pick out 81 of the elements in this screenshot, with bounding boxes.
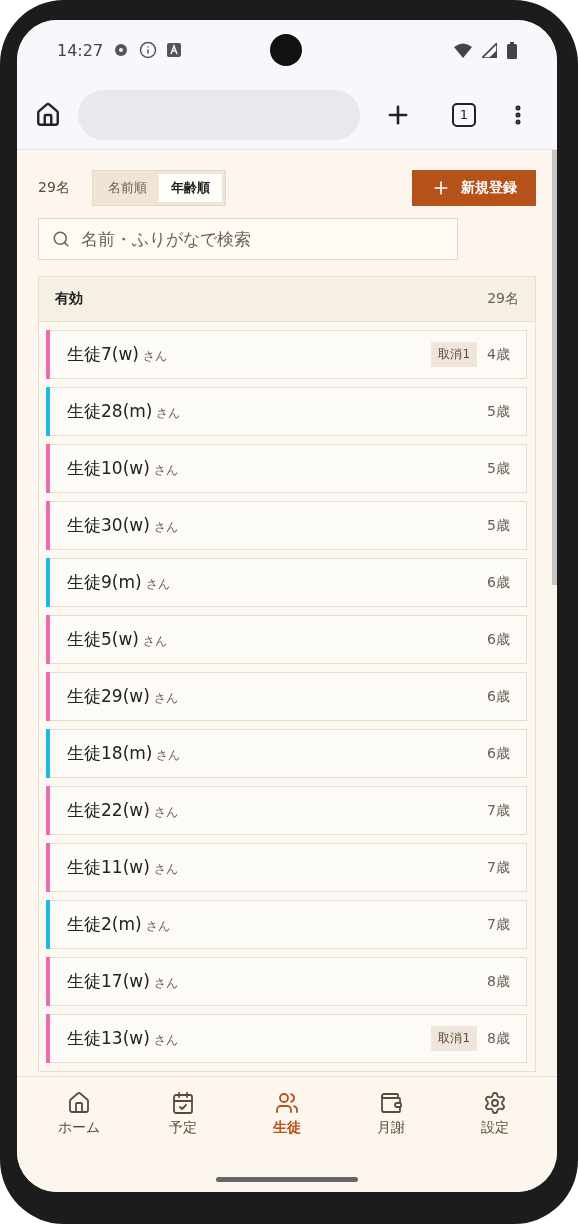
- student-age: 6歳: [487, 630, 510, 649]
- student-row[interactable]: 生徒2(m) さん 7歳: [46, 900, 527, 949]
- nav-item[interactable]: 生徒: [247, 1091, 327, 1137]
- student-age: 6歳: [487, 687, 510, 706]
- honorific: さん: [145, 918, 170, 935]
- sort-tab[interactable]: 名前順: [96, 174, 159, 202]
- student-row[interactable]: 生徒9(m) さん 6歳: [46, 558, 527, 607]
- student-age: 5歳: [487, 516, 510, 535]
- nav-item[interactable]: 予定: [143, 1091, 223, 1137]
- home-icon[interactable]: [35, 101, 61, 128]
- student-row[interactable]: 生徒30(w) さん 5歳: [46, 501, 527, 550]
- student-name: 生徒30(w): [67, 514, 150, 537]
- student-row[interactable]: 生徒7(w) さん 取消1 4歳: [46, 330, 527, 379]
- section-count: 29名: [487, 290, 519, 308]
- honorific: さん: [156, 747, 181, 764]
- honorific: さん: [145, 576, 170, 593]
- home-icon: [67, 1091, 91, 1115]
- section-title: 有効: [55, 290, 83, 308]
- student-row[interactable]: 生徒29(w) さん 6歳: [46, 672, 527, 721]
- student-age: 6歳: [487, 744, 510, 763]
- student-age: 7歳: [487, 801, 510, 820]
- honorific: さん: [143, 348, 167, 365]
- student-name: 生徒5(w): [67, 628, 139, 651]
- settings-icon: [483, 1091, 507, 1115]
- student-name: 生徒22(w): [67, 799, 150, 822]
- nav-item[interactable]: 設定: [455, 1091, 535, 1137]
- signal-icon: [482, 42, 497, 58]
- student-age: 6歳: [487, 573, 510, 592]
- student-row[interactable]: 生徒5(w) さん 6歳: [46, 615, 527, 664]
- calendar-check-icon: [171, 1091, 195, 1115]
- student-age: 4歳: [487, 345, 510, 364]
- cancel-tag: 取消1: [431, 1026, 478, 1051]
- search-icon: [52, 230, 70, 248]
- student-name: 生徒11(w): [67, 856, 150, 879]
- status-time: 14:27: [57, 40, 104, 60]
- users-icon: [275, 1091, 299, 1115]
- student-age: 7歳: [487, 915, 510, 934]
- wallet-icon: [379, 1091, 403, 1115]
- honorific: さん: [153, 861, 178, 878]
- honorific: さん: [153, 690, 178, 707]
- student-age: 8歳: [487, 1029, 510, 1048]
- student-name: 生徒17(w): [67, 970, 150, 993]
- student-age: 5歳: [487, 402, 510, 421]
- wifi-icon: [454, 42, 472, 58]
- notification-icon: [113, 42, 130, 58]
- cancel-tag: 取消1: [431, 342, 478, 367]
- student-name: 生徒7(w): [67, 343, 139, 366]
- student-name: 生徒13(w): [67, 1027, 150, 1050]
- student-name: 生徒28(m): [67, 400, 153, 423]
- student-row[interactable]: 生徒10(w) さん 5歳: [46, 444, 527, 493]
- nav-item[interactable]: 月謝: [351, 1091, 431, 1137]
- student-name: 生徒29(w): [67, 685, 150, 708]
- student-count: 29名: [38, 179, 71, 197]
- battery-icon: [507, 41, 517, 59]
- student-row[interactable]: 生徒11(w) さん 7歳: [46, 843, 527, 892]
- honorific: さん: [153, 975, 178, 992]
- honorific: さん: [143, 633, 167, 650]
- honorific: さん: [153, 519, 178, 536]
- info-icon: [139, 41, 158, 59]
- student-name: 生徒2(m): [67, 913, 142, 936]
- student-row[interactable]: 生徒22(w) さん 7歳: [46, 786, 527, 835]
- student-row[interactable]: 生徒18(m) さん 6歳: [46, 729, 527, 778]
- new-student-button[interactable]: 新規登録: [412, 170, 536, 206]
- honorific: さん: [156, 405, 181, 422]
- student-row[interactable]: 生徒13(w) さん 取消1 8歳: [46, 1014, 527, 1063]
- search-field[interactable]: 名前・ふりがなで検索: [38, 218, 458, 260]
- student-name: 生徒18(m): [67, 742, 153, 765]
- student-age: 5歳: [487, 459, 510, 478]
- student-name: 生徒10(w): [67, 457, 150, 480]
- student-row[interactable]: 生徒17(w) さん 8歳: [46, 957, 527, 1006]
- text-icon: [167, 43, 182, 57]
- student-row[interactable]: 生徒28(m) さん 5歳: [46, 387, 527, 436]
- tab-count[interactable]: 1: [452, 102, 476, 127]
- student-age: 7歳: [487, 858, 510, 877]
- sort-tab[interactable]: 年齢順: [159, 174, 222, 202]
- student-age: 8歳: [487, 972, 510, 991]
- honorific: さん: [153, 1032, 178, 1049]
- honorific: さん: [153, 804, 178, 821]
- student-name: 生徒9(m): [67, 571, 142, 594]
- honorific: さん: [153, 462, 178, 479]
- nav-item[interactable]: ホーム: [39, 1091, 119, 1137]
